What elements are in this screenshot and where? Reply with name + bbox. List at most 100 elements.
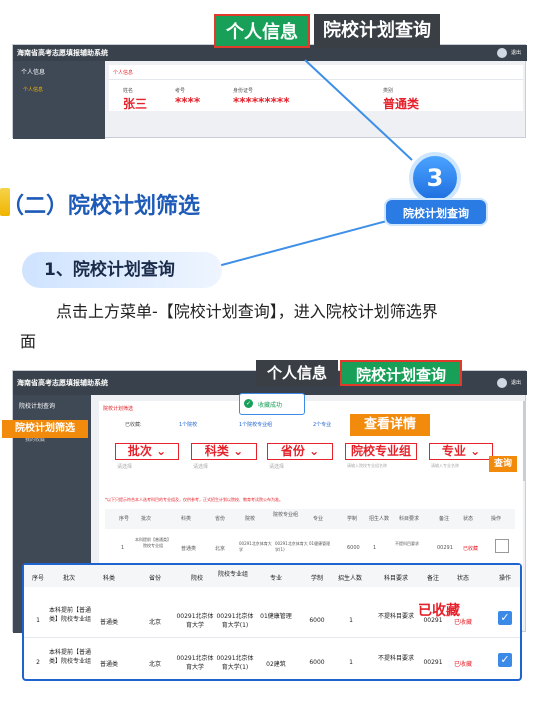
vertical-scrollbar[interactable] (523, 401, 526, 481)
plan-query-callout-2[interactable]: 院校计划查询 (340, 360, 462, 386)
inner-header-school: 院校 (245, 516, 256, 522)
inner-header-index: 序号 (119, 516, 130, 522)
batch-filter-placeholder: 请选择 (117, 464, 133, 470)
zoom-row1-duration: 6000 (309, 617, 325, 624)
inner-cell-remark: 00291 (437, 545, 453, 551)
zoom-row1-checkbox[interactable]: ✓ (498, 611, 512, 625)
zoom-header-duration: 学制 (310, 575, 323, 582)
notice-text: *以下只提示符合本人选考科目的专业组及，仅供参考，正式招生计划以院校、教育考试院… (105, 497, 283, 502)
inner-header-batch: 批次 (141, 516, 152, 522)
inner-cell-duration: 6000 (347, 545, 360, 551)
inner-row-checkbox[interactable] (495, 539, 509, 553)
school-group-filter[interactable]: 院校专业组 (345, 443, 417, 460)
zoom-row1-group: 00291北京体育大学(1) (216, 613, 254, 629)
zoom-row2-major: 02建筑 (266, 661, 286, 668)
zoom-header-province: 省份 (148, 575, 161, 582)
zoom-row2-remark: 00291 (423, 659, 443, 666)
zoom-header-group: 院校专业组 (217, 571, 248, 578)
zoom-row2-index: 2 (36, 659, 40, 666)
province-filter[interactable]: 省份 ⌄ (267, 443, 333, 460)
inner-cell-index: 1 (121, 545, 125, 551)
zoom-row2-checkbox[interactable]: ✓ (498, 653, 512, 667)
user-avatar-icon-2[interactable] (497, 378, 507, 388)
major-filter-placeholder: 请输入专业名称 (431, 463, 459, 468)
inner-cell-category: 普通类 (181, 546, 197, 552)
zoom-row1-province: 北京 (148, 619, 161, 626)
inner-cell-quota: 1 (373, 545, 377, 551)
logout-link-2[interactable]: 退出 (511, 371, 521, 395)
inner-header-status: 状态 (463, 516, 474, 522)
zoom-header-batch: 批次 (62, 575, 75, 582)
inner-header-action: 操作 (491, 516, 502, 522)
step-three-badge: 3 (409, 152, 461, 204)
zoom-row1-major: 01健康管理 (260, 613, 292, 620)
zoom-header-category: 科类 (102, 575, 115, 582)
inner-cell-school: 00291北京体育大学 (239, 541, 272, 552)
favorites-label: 已收藏: (125, 422, 142, 428)
zoom-row2-batch: 本科提前【普通类】院校专业组 (48, 649, 91, 665)
zoom-row1-index: 1 (36, 617, 40, 624)
zoom-header-quota: 招生人数 (337, 575, 362, 582)
inner-header-remark: 备注 (439, 516, 450, 522)
zoom-header-remark: 备注 (426, 575, 439, 582)
zoom-header-index: 序号 (31, 575, 44, 582)
zoom-row2-group: 00291北京体育大学(1) (216, 655, 254, 671)
query-badge: 查询 (489, 456, 517, 472)
collected-annotation: 已收藏 (418, 603, 460, 619)
major-filter[interactable]: 专业 ⌄ (429, 443, 493, 460)
zoom-row-divider (24, 637, 520, 638)
inner-cell-status: 已收藏 (463, 546, 479, 552)
toast-text: 收藏成功 (258, 402, 283, 409)
zoom-header-status: 状态 (456, 575, 469, 582)
connector-line-sub (217, 217, 399, 267)
section-heading: （二）院校计划筛选 (2, 194, 201, 219)
inner-cell-province: 北京 (215, 546, 226, 552)
success-toast: ✓ 收藏成功 (239, 393, 305, 415)
inner-table-header (105, 509, 515, 529)
zoom-row2-requirement: 不提科目要求 (377, 655, 414, 662)
school-group-filter-placeholder: 请输入院校专业组名称 (347, 463, 387, 468)
check-circle-icon: ✓ (244, 399, 253, 408)
inner-cell-group: 00291北京体育大学(1) (275, 541, 308, 552)
fav-count-majors[interactable]: 2个专业 (313, 421, 331, 428)
zoom-row1-requirement: 不提科目要求 (377, 613, 414, 620)
zoomed-results-table: 序号 批次 科类 省份 院校 院校专业组 专业 学制 招生人数 科目要求 备注 … (22, 563, 522, 681)
inner-header-quota: 招生人数 (369, 516, 390, 522)
plan-filter-badge: 院校计划筛选 (2, 420, 88, 438)
zoom-row2-quota: 1 (349, 659, 353, 666)
province-filter-placeholder: 请选择 (269, 464, 285, 470)
zoom-row1-quota: 1 (349, 617, 353, 624)
zoom-row1-category: 普通类 (99, 619, 118, 626)
step-three-label: 院校计划查询 (384, 198, 488, 226)
zoom-row2-school: 00291北京体育大学 (176, 655, 214, 671)
subsection-heading: 1、院校计划查询 (22, 252, 222, 288)
personal-info-callout-2[interactable]: 个人信息 (256, 360, 338, 386)
fav-count-groups[interactable]: 1个院校专业组 (239, 421, 272, 428)
app-title-2: 海南省高考志愿填报辅助系统 (17, 379, 108, 387)
zoom-row2-status: 已收藏 (453, 661, 472, 668)
instruction-paragraph-end: 面 (20, 332, 37, 351)
inner-cell-requirement: 不提科目要求 (395, 541, 419, 546)
instruction-paragraph: 点击上方菜单-【院校计划查询】，进入院校计划筛选界 (56, 302, 438, 321)
sidebar-item-plan-query[interactable]: 院校计划查询 (13, 395, 91, 410)
zoom-row1-school: 00291北京体育大学 (176, 613, 214, 629)
category-filter[interactable]: 科类 ⌄ (191, 443, 257, 460)
zoom-header-school: 院校 (190, 575, 203, 582)
zoom-row2-duration: 6000 (309, 659, 325, 666)
inner-header-requirement: 科目要求 (399, 516, 420, 522)
zoom-header-requirement: 科目要求 (383, 575, 408, 582)
inner-cell-major: 01健康管理 (309, 541, 331, 546)
inner-header-group: 院校专业组 (273, 512, 299, 518)
zoom-row2-category: 普通类 (99, 661, 118, 668)
connector-line-top (304, 59, 413, 161)
inner-header-category: 科类 (181, 516, 192, 522)
inner-header-duration: 学制 (347, 516, 358, 522)
batch-filter[interactable]: 批次 ⌄ (115, 443, 179, 460)
inner-cell-batch: 本科提前【普通类】院校专业组 (135, 537, 171, 548)
zoom-row1-batch: 本科提前【普通类】院校专业组 (48, 607, 91, 623)
breadcrumb-2: 院校计划筛选 (103, 406, 134, 412)
zoom-header-major: 专业 (269, 575, 282, 582)
fav-count-schools[interactable]: 1个院校 (179, 421, 197, 428)
category-filter-placeholder: 请选择 (193, 464, 209, 470)
inner-header-major: 专业 (313, 516, 324, 522)
